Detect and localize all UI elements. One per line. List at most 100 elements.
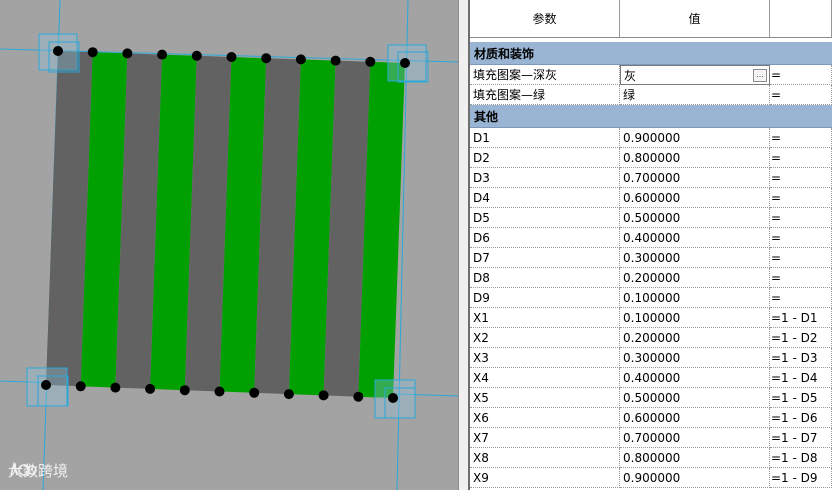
grip-bottom-4[interactable] bbox=[179, 385, 190, 396]
parameter-formula-field[interactable]: =1 - D9 bbox=[770, 468, 832, 488]
parameter-value-field[interactable]: 0.700000 bbox=[620, 168, 770, 188]
parameter-name: D8 bbox=[470, 268, 620, 288]
parameter-name: X6 bbox=[470, 408, 620, 428]
corner-handle-top-left[interactable] bbox=[38, 33, 80, 73]
grip-top-6[interactable] bbox=[261, 53, 272, 64]
parameter-row[interactable]: 填充图案—深灰灰... = bbox=[470, 65, 832, 85]
canvas-svg bbox=[0, 0, 458, 490]
parameter-row[interactable]: D2 0.800000 = bbox=[470, 148, 832, 168]
parameter-formula-field[interactable]: = bbox=[770, 288, 832, 308]
parameter-formula-field[interactable]: =1 - D3 bbox=[770, 348, 832, 368]
parameter-value-field[interactable]: 0.300000 bbox=[620, 248, 770, 268]
grip-top-2[interactable] bbox=[122, 48, 133, 59]
parameter-formula-field[interactable]: = bbox=[770, 228, 832, 248]
corner-handle-bottom-left[interactable] bbox=[26, 367, 69, 407]
parameter-value-field[interactable]: 0.900000 bbox=[620, 468, 770, 488]
parameter-formula-field[interactable]: = bbox=[770, 168, 832, 188]
parameter-row[interactable]: D9 0.100000 = bbox=[470, 288, 832, 308]
parameter-row[interactable]: D4 0.600000 = bbox=[470, 188, 832, 208]
parameter-formula-field[interactable]: =1 - D7 bbox=[770, 428, 832, 448]
parameter-formula-field[interactable]: = bbox=[770, 65, 832, 85]
parameter-row[interactable]: X8 0.800000 =1 - D8 bbox=[470, 448, 832, 468]
parameter-value-field[interactable]: 0.900000 bbox=[620, 128, 770, 148]
parameter-row[interactable]: 填充图案—绿绿 = bbox=[470, 85, 832, 105]
column-header-formula[interactable] bbox=[770, 0, 832, 37]
parameter-row[interactable]: X6 0.600000 =1 - D6 bbox=[470, 408, 832, 428]
parameter-row[interactable]: X7 0.700000 =1 - D7 bbox=[470, 428, 832, 448]
parameter-formula-field[interactable]: = bbox=[770, 148, 832, 168]
parameter-name: X8 bbox=[470, 448, 620, 468]
parameter-name: D3 bbox=[470, 168, 620, 188]
parameter-value-field[interactable]: 0.500000 bbox=[620, 208, 770, 228]
grip-top-1[interactable] bbox=[87, 47, 98, 58]
parameter-value-field[interactable]: 0.600000 bbox=[620, 188, 770, 208]
parameter-value-field[interactable]: 0.200000 bbox=[620, 328, 770, 348]
parameter-name: X4 bbox=[470, 368, 620, 388]
parameter-value-field[interactable]: 0.100000 bbox=[620, 308, 770, 328]
parameter-value-field[interactable]: 0.600000 bbox=[620, 408, 770, 428]
column-header-value[interactable]: 值 bbox=[620, 0, 770, 37]
grip-bottom-6[interactable] bbox=[249, 387, 260, 398]
parameter-row[interactable]: X4 0.400000 =1 - D4 bbox=[470, 368, 832, 388]
parameter-name: X1 bbox=[470, 308, 620, 328]
grip-top-7[interactable] bbox=[295, 54, 306, 65]
grip-top-5[interactable] bbox=[226, 52, 237, 62]
parameter-formula-field[interactable]: =1 - D1 bbox=[770, 308, 832, 328]
parameter-row[interactable]: X9 0.900000 =1 - D9 bbox=[470, 468, 832, 488]
parameter-formula-field[interactable]: = bbox=[770, 208, 832, 228]
grip-bottom-2[interactable] bbox=[110, 382, 121, 393]
parameter-formula-field[interactable]: =1 - D2 bbox=[770, 328, 832, 348]
parameter-value-field[interactable]: 0.400000 bbox=[620, 368, 770, 388]
grip-bottom-5[interactable] bbox=[214, 386, 225, 397]
grip-top-9[interactable] bbox=[365, 56, 376, 67]
parameter-formula-field[interactable]: = bbox=[770, 188, 832, 208]
group-header[interactable]: 其他 bbox=[470, 105, 832, 128]
parameter-row[interactable]: D6 0.400000 = bbox=[470, 228, 832, 248]
parameter-row[interactable]: D8 0.200000 = bbox=[470, 268, 832, 288]
parameter-value-field[interactable]: 0.800000 bbox=[620, 448, 770, 468]
parameter-value-field[interactable]: 0.400000 bbox=[620, 228, 770, 248]
grip-bottom-3[interactable] bbox=[145, 383, 156, 394]
parameter-value-field[interactable]: 绿 bbox=[620, 85, 770, 105]
parameter-value-field[interactable]: 0.200000 bbox=[620, 268, 770, 288]
parameter-formula-field[interactable]: =1 - D5 bbox=[770, 388, 832, 408]
parameter-row[interactable]: X1 0.100000 =1 - D1 bbox=[470, 308, 832, 328]
parameter-formula-field[interactable]: = bbox=[770, 248, 832, 268]
parameter-value-field[interactable]: 灰... bbox=[620, 65, 770, 85]
grip-top-4[interactable] bbox=[191, 50, 202, 61]
grip-top-8[interactable] bbox=[330, 55, 341, 66]
parameter-value-field[interactable]: 0.700000 bbox=[620, 428, 770, 448]
parameter-value-field[interactable]: 0.100000 bbox=[620, 288, 770, 308]
panel-splitter[interactable] bbox=[458, 0, 468, 490]
column-header-parameter[interactable]: 参数 bbox=[470, 0, 620, 37]
parameter-name: D9 bbox=[470, 288, 620, 308]
corner-handle-bottom-right[interactable] bbox=[374, 379, 416, 419]
parameter-row[interactable]: D7 0.300000 = bbox=[470, 248, 832, 268]
parameter-formula-field[interactable]: = bbox=[770, 85, 832, 105]
parameter-row[interactable]: X2 0.200000 =1 - D2 bbox=[470, 328, 832, 348]
parameter-formula-field[interactable]: =1 - D6 bbox=[770, 408, 832, 428]
parameter-row[interactable]: D3 0.700000 = bbox=[470, 168, 832, 188]
browse-material-button[interactable]: ... bbox=[753, 69, 767, 82]
parameter-row[interactable]: D5 0.500000 = bbox=[470, 208, 832, 228]
parameter-name: D1 bbox=[470, 128, 620, 148]
parameter-value-field[interactable]: 0.800000 bbox=[620, 148, 770, 168]
corner-handle-top-right[interactable] bbox=[387, 44, 429, 83]
grip-bottom-1[interactable] bbox=[75, 381, 86, 392]
grip-bottom-9[interactable] bbox=[353, 391, 364, 402]
group-header[interactable]: 材质和装饰 bbox=[470, 42, 832, 65]
grip-top-3[interactable] bbox=[157, 49, 168, 60]
parameter-value-field[interactable]: 0.500000 bbox=[620, 388, 770, 408]
parameter-value-field[interactable]: 0.300000 bbox=[620, 348, 770, 368]
parameter-formula-field[interactable]: = bbox=[770, 128, 832, 148]
drawing-canvas[interactable]: 大数跨境 bbox=[0, 0, 458, 490]
grip-bottom-7[interactable] bbox=[283, 389, 294, 400]
parameter-row[interactable]: X3 0.300000 =1 - D3 bbox=[470, 348, 832, 368]
parameter-row[interactable]: X5 0.500000 =1 - D5 bbox=[470, 388, 832, 408]
parameter-formula-field[interactable]: = bbox=[770, 268, 832, 288]
parameter-row[interactable]: D1 0.900000 = bbox=[470, 128, 832, 148]
grip-bottom-8[interactable] bbox=[318, 390, 329, 401]
parameter-formula-field[interactable]: =1 - D8 bbox=[770, 448, 832, 468]
parameter-formula-field[interactable]: =1 - D4 bbox=[770, 368, 832, 388]
parameter-name: D4 bbox=[470, 188, 620, 208]
